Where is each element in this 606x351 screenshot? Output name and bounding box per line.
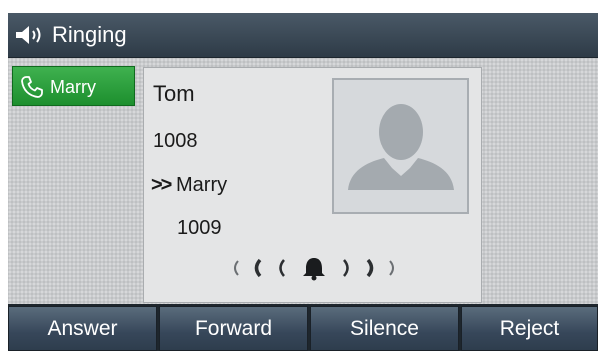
incoming-call-card: Tom 1008 >> Marry 1009 — [143, 67, 482, 303]
forwarded-to-number: 1009 — [177, 217, 222, 239]
line-key-marry[interactable]: Marry — [12, 66, 135, 106]
softkey-bar: Answer Forward Silence Reject — [8, 304, 598, 351]
silence-button[interactable]: Silence — [310, 306, 459, 351]
caller-number: 1008 — [153, 130, 198, 152]
person-silhouette-icon — [334, 80, 467, 212]
answer-button[interactable]: Answer — [8, 306, 157, 351]
phone-handset-icon — [21, 76, 43, 98]
phone-screen: Ringing Marry Tom 1008 >> Marry 1009 Ans… — [8, 13, 598, 351]
call-area: Marry Tom 1008 >> Marry 1009 — [8, 58, 598, 304]
forward-button[interactable]: Forward — [159, 306, 308, 351]
reject-button[interactable]: Reject — [461, 306, 598, 351]
bell-ringing-icon — [234, 258, 394, 281]
title-bar: Ringing — [8, 13, 598, 58]
speaker-volume-icon — [16, 26, 41, 44]
line-key-label: Marry — [50, 77, 96, 97]
forward-indicator: >> — [151, 174, 172, 196]
caller-name: Tom — [153, 81, 195, 106]
forwarded-to-name: Marry — [176, 174, 228, 196]
page-title: Ringing — [52, 22, 127, 47]
avatar — [332, 78, 469, 214]
